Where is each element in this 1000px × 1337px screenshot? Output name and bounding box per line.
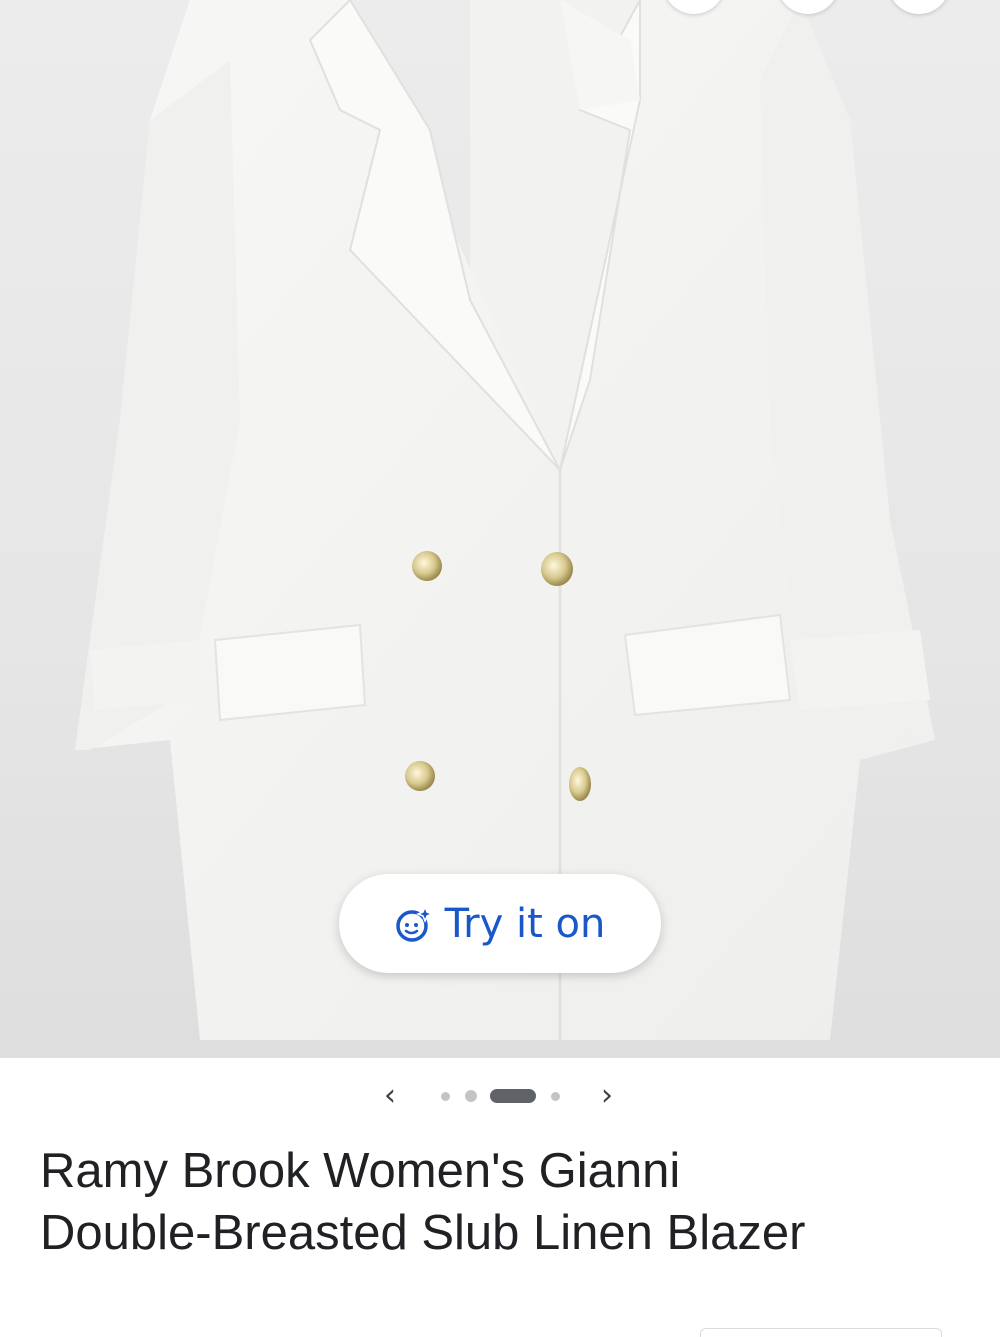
pager-dot-active[interactable] bbox=[490, 1089, 536, 1103]
pager-dot[interactable] bbox=[465, 1090, 477, 1102]
face-sparkle-icon bbox=[395, 904, 435, 944]
product-image[interactable]: Try it on bbox=[0, 0, 1000, 1058]
try-it-on-label: Try it on bbox=[444, 900, 606, 947]
image-pager: ‹ › bbox=[0, 1078, 1000, 1114]
try-it-on-button[interactable]: Try it on bbox=[339, 874, 661, 973]
pager-dot[interactable] bbox=[441, 1092, 450, 1101]
chevron-right-icon[interactable]: › bbox=[601, 1078, 613, 1114]
chevron-left-icon[interactable]: ‹ bbox=[384, 1078, 396, 1114]
pager-dot[interactable] bbox=[551, 1092, 560, 1101]
product-title: Ramy Brook Women's Gianni Double-Breaste… bbox=[40, 1140, 970, 1264]
product-title-line-2: Double-Breasted Slub Linen Blazer bbox=[40, 1206, 806, 1260]
product-title-line-1: Ramy Brook Women's Gianni bbox=[40, 1144, 681, 1198]
